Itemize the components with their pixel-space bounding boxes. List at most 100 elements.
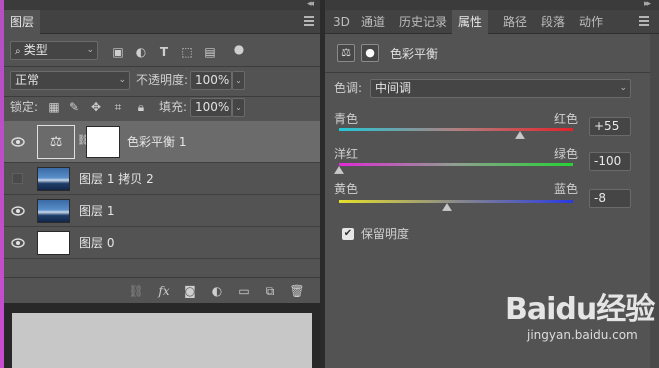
tab-paragraph[interactable]: 段落 (535, 10, 571, 34)
panel-menu-icon[interactable] (304, 16, 314, 26)
filter-toggle-icon[interactable]: ● (232, 42, 246, 56)
opacity-input[interactable]: 100% (190, 71, 232, 90)
tone-label: 色调: (334, 81, 363, 95)
preserve-luminosity-label: 保留明度 (361, 227, 410, 241)
opacity-label: 不透明度: (136, 73, 189, 87)
magenta-label: 洋红 (334, 147, 359, 161)
watermark-brand: Baidu经验 (505, 292, 655, 327)
layer-thumbnail (37, 167, 70, 191)
magenta-green-value[interactable]: -100 (589, 152, 631, 171)
lock-position-icon[interactable]: ✥ (89, 100, 103, 114)
yellow-blue-slider-knob[interactable] (441, 203, 452, 211)
eye-icon[interactable] (11, 137, 25, 147)
link-layers-icon[interactable]: ⛓ (128, 283, 144, 299)
layers-tab-bar: 图层 (4, 10, 320, 34)
cyan-red-slider-track[interactable] (339, 128, 573, 131)
lock-transparent-icon[interactable]: ▦ (47, 100, 61, 114)
eye-icon[interactable] (11, 206, 25, 216)
layer-thumbnail (37, 199, 70, 223)
chevron-down-icon: ⌄ (86, 45, 94, 55)
adjustment-filter-icon[interactable]: ◐ (134, 45, 148, 59)
properties-header: ⚖ ● 色彩平衡 (325, 34, 659, 72)
tab-3d[interactable]: 3D (327, 10, 356, 34)
lock-all-icon[interactable]: 🔒︎ (134, 100, 148, 114)
chevron-down-icon: ⌄ (118, 75, 126, 85)
tab-layers[interactable]: 图层 (4, 10, 41, 34)
blend-opacity-row: 正常 ⌄ 不透明度: 100% ⌄ (4, 71, 320, 97)
magenta-green-slider-knob[interactable] (334, 166, 344, 174)
yellow-label: 黄色 (334, 182, 359, 196)
layer-name[interactable]: 图层 1 (79, 204, 114, 218)
tab-paths[interactable]: 路径 (497, 10, 533, 34)
layer-row-layer-1[interactable]: 图层 1 (4, 195, 320, 227)
panel-menu-icon[interactable] (639, 16, 649, 26)
type-filter-icon[interactable]: T (157, 45, 171, 59)
document-canvas[interactable] (12, 313, 312, 368)
chevron-down-icon: ⌄ (619, 83, 627, 93)
add-mask-icon[interactable]: ◙ (182, 283, 198, 299)
layers-footer: ⛓ fx ◙ ◐ ▭ ⧉ 🗑︎ (4, 277, 320, 303)
blue-label: 蓝色 (554, 182, 579, 196)
canvas-area (4, 303, 320, 368)
lock-label: 锁定: (10, 100, 39, 114)
panel-top-strip: ◂◂ (4, 0, 320, 10)
layer-thumbnail (37, 231, 70, 255)
fill-input[interactable]: 100% (190, 98, 232, 117)
balance-scale-icon: ⚖ (37, 125, 75, 159)
image-filter-icon[interactable]: ▣ (111, 45, 125, 59)
panel-top-strip: ▸▸ (325, 0, 659, 10)
mask-icon[interactable]: ● (361, 44, 379, 62)
layer-name[interactable]: 图层 1 拷贝 2 (79, 172, 154, 186)
smart-object-filter-icon[interactable]: ▤ (203, 45, 217, 59)
fx-button[interactable]: fx (156, 283, 172, 299)
opacity-dropdown-button[interactable]: ⌄ (232, 71, 245, 90)
cyan-red-slider-knob[interactable] (515, 131, 526, 139)
new-group-icon[interactable]: ▭ (236, 283, 252, 299)
layer-name[interactable]: 色彩平衡 1 (127, 135, 186, 149)
layer-row-copy-2[interactable]: 图层 1 拷贝 2 (4, 163, 320, 195)
tab-channels[interactable]: 通道 (355, 10, 391, 34)
cyan-label: 青色 (334, 112, 359, 126)
layer-mask-thumbnail[interactable] (86, 126, 120, 158)
adjustment-layer-icon[interactable]: ◐ (209, 283, 225, 299)
lock-artboard-icon[interactable]: ⌗ (111, 100, 125, 114)
tone-value: 中间调 (375, 81, 412, 95)
green-label: 绿色 (554, 147, 579, 161)
properties-panel: ▸▸ 3D 通道 历史记录 属性 路径 段落 动作 ⚖ ● 色彩平衡 色调: 中… (325, 0, 659, 368)
layer-row-color-balance[interactable]: ⚖ ⛓ 色彩平衡 1 (4, 121, 320, 163)
watermark: Baidu经验 jingyan.baidu.com (505, 292, 655, 342)
yellow-blue-slider-track[interactable] (339, 200, 573, 203)
filter-kind-select[interactable]: ⌕ 类型 ⌄ (10, 41, 98, 60)
magenta-green-slider-track[interactable] (339, 163, 573, 166)
visibility-toggle[interactable] (12, 173, 23, 184)
blend-mode-select[interactable]: 正常 ⌄ (10, 71, 130, 90)
fill-label: 填充: (159, 100, 188, 114)
filter-kind-value: 类型 (23, 43, 48, 57)
layer-filter-row: ⌕ 类型 ⌄ ▣ ◐ T ⬚ ▤ ● (4, 41, 320, 67)
lock-brush-icon[interactable]: ✎ (67, 100, 81, 114)
eye-icon[interactable] (11, 238, 25, 248)
yellow-blue-value[interactable]: -8 (589, 189, 631, 208)
layer-name[interactable]: 图层 0 (79, 236, 114, 250)
adjustment-title: 色彩平衡 (390, 47, 439, 61)
tab-history[interactable]: 历史记录 (393, 10, 453, 34)
tab-properties[interactable]: 属性 (452, 10, 489, 34)
search-icon: ⌕ (15, 46, 24, 57)
cyan-red-value[interactable]: +55 (589, 117, 631, 136)
shape-filter-icon[interactable]: ⬚ (180, 45, 194, 59)
tone-select[interactable]: 中间调 ⌄ (370, 79, 631, 98)
collapse-icon[interactable]: ◂◂ (307, 0, 314, 9)
preserve-luminosity-checkbox[interactable]: ✔ (342, 228, 354, 240)
new-layer-icon[interactable]: ⧉ (262, 283, 278, 299)
balance-scale-icon[interactable]: ⚖ (337, 44, 355, 62)
blend-mode-value: 正常 (15, 73, 40, 87)
trash-icon[interactable]: 🗑︎ (289, 283, 305, 299)
red-label: 红色 (554, 112, 579, 126)
properties-tab-bar: 3D 通道 历史记录 属性 路径 段落 动作 (325, 10, 659, 34)
watermark-url: jingyan.baidu.com (527, 328, 638, 342)
layer-row-layer-0[interactable]: 图层 0 (4, 227, 320, 259)
layers-panel: ◂◂ 图层 ⌕ 类型 ⌄ ▣ ◐ T ⬚ ▤ ● 正常 ⌄ 不透明度: 100%… (4, 0, 320, 368)
fill-dropdown-button[interactable]: ⌄ (232, 98, 245, 117)
tab-actions[interactable]: 动作 (573, 10, 609, 34)
collapse-icon[interactable]: ▸▸ (644, 0, 651, 9)
